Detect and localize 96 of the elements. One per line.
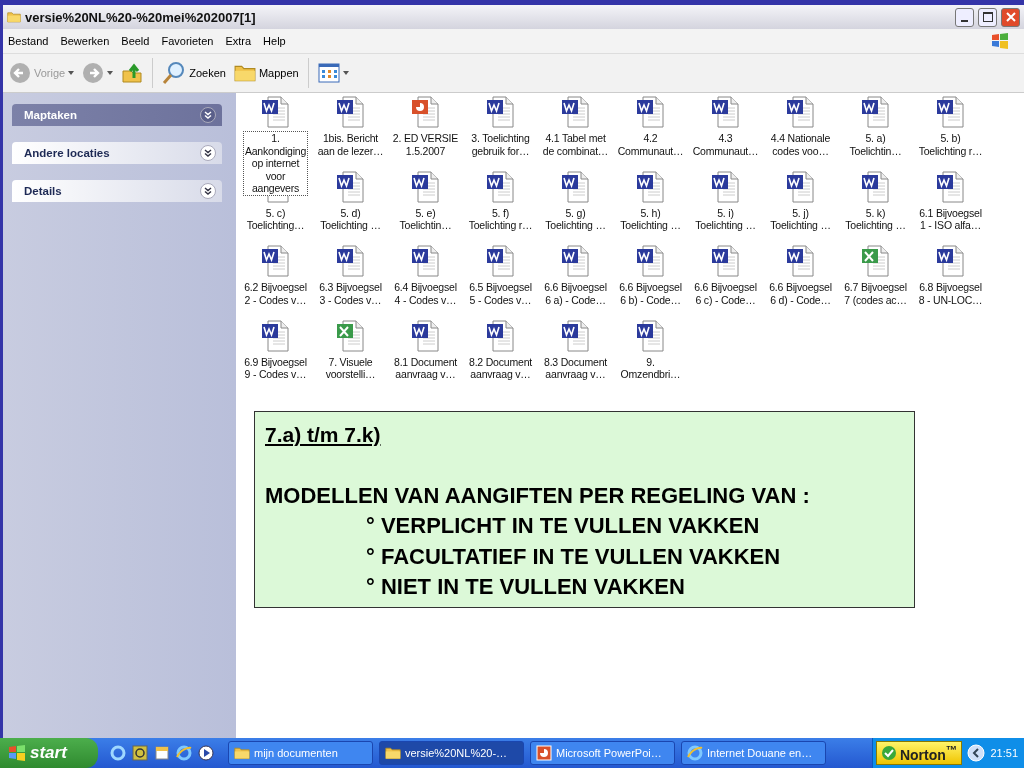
file-name[interactable]: 8.2 Document aanvraag v… xyxy=(467,354,534,382)
folder-icon xyxy=(7,10,21,24)
close-button[interactable] xyxy=(1001,7,1020,27)
file-name[interactable]: 5. d) Toelichting … xyxy=(318,205,383,233)
file-name[interactable]: 5. c) Toelichting… xyxy=(244,205,307,233)
file-name[interactable]: 5. a) Toelichtin… xyxy=(847,131,904,158)
chevron-left-icon[interactable] xyxy=(967,744,986,762)
presentation-icon xyxy=(536,745,552,761)
browser-icon[interactable] xyxy=(176,745,192,761)
folder-up-icon xyxy=(121,62,144,84)
chevron-icon[interactable] xyxy=(200,183,216,199)
note-bullet: ° FACULTATIEF IN TE VULLEN VAKKEN xyxy=(366,542,781,571)
maximize-icon xyxy=(982,12,993,22)
document-icon[interactable] xyxy=(154,745,170,761)
excel-document-icon xyxy=(334,319,367,352)
file-name[interactable]: 6.7 Bijvoegsel 7 (codes ac… xyxy=(842,280,909,307)
check-icon xyxy=(880,745,897,761)
file-name[interactable]: 5. j) Toelichting … xyxy=(768,205,833,233)
play-icon[interactable] xyxy=(198,745,214,761)
file-name[interactable]: 5. f) Toelichting r… xyxy=(466,205,535,233)
minimize-icon xyxy=(961,20,968,22)
browser-icon xyxy=(687,745,703,761)
windows-flag-icon xyxy=(8,745,26,761)
maximize-button[interactable] xyxy=(978,7,997,27)
file-name[interactable]: 1. Aankondiging op internet voor aangevers xyxy=(242,131,309,196)
menu-item[interactable]: Help xyxy=(263,33,292,49)
folder-icon xyxy=(385,745,401,761)
chevron-icon[interactable] xyxy=(200,145,216,161)
caret-icon xyxy=(107,71,114,75)
caret-icon xyxy=(342,71,349,75)
caret-icon xyxy=(68,71,75,75)
file-name[interactable]: 5. i) Toelichting … xyxy=(693,205,758,233)
note-bullet: ° VERPLICHT IN TE VULLEN VAKKEN xyxy=(366,512,760,540)
browser-icon[interactable] xyxy=(110,745,126,761)
file-name[interactable]: 4.1 Tabel met de combinat… xyxy=(540,131,611,158)
file-name[interactable]: 6.5 Bijvoegsel 5 - Codes v… xyxy=(467,280,534,307)
clock: 21:51 xyxy=(990,747,1018,759)
file-name[interactable]: 6.8 Bijvoegsel 8 - UN-LOC… xyxy=(916,280,985,307)
file-name[interactable]: 4.4 Nationale codes voo… xyxy=(768,131,833,158)
taskbar-button[interactable]: mijn documenten xyxy=(228,741,373,765)
note-bullet: ° NIET IN TE VULLEN VAKKEN xyxy=(366,573,685,601)
file-name[interactable]: 4.2 Communaut… xyxy=(615,131,686,158)
file-name[interactable]: 6.1 Bijvoegsel 1 - ISO alfa… xyxy=(917,205,984,233)
file-name[interactable]: 8.3 Document aanvraag v… xyxy=(542,354,609,382)
menu-item[interactable]: Beeld xyxy=(121,33,156,49)
close-icon xyxy=(1005,12,1016,22)
file-name[interactable]: 6.9 Bijvoegsel 9 - Codes v… xyxy=(242,354,309,382)
note-heading: 7.a) t/m 7.k) xyxy=(265,422,381,448)
file-name[interactable]: 6.6 Bijvoegsel 6 a) - Code… xyxy=(542,280,609,307)
folders-button[interactable]: Mappen xyxy=(231,60,301,86)
excel-document-icon xyxy=(859,245,892,277)
taskbar-button[interactable]: Internet Douane en… xyxy=(681,741,826,765)
panel-title: Details xyxy=(24,185,62,197)
menu-item[interactable]: Bestand xyxy=(8,33,55,49)
task-panel-header[interactable]: Andere locaties xyxy=(12,142,222,164)
file-name[interactable]: 6.6 Bijvoegsel 6 d) - Code… xyxy=(767,280,834,307)
file-name[interactable]: 6.2 Bijvoegsel 2 - Codes v… xyxy=(242,280,309,307)
windows-flag-icon xyxy=(991,33,1009,49)
program-icon[interactable] xyxy=(132,745,148,761)
search-button[interactable]: Zoeken xyxy=(160,59,228,87)
chevron-icon[interactable] xyxy=(200,107,216,123)
file-name[interactable]: 2. ED VERSIE 1.5.2007 xyxy=(390,131,461,158)
menu-item[interactable]: Favorieten xyxy=(161,33,220,49)
file-name[interactable]: 9. Omzendbri… xyxy=(618,354,683,382)
file-name[interactable]: 5. e) Toelichtin… xyxy=(397,205,454,233)
minimize-button[interactable] xyxy=(955,7,974,27)
file-name[interactable]: 6.6 Bijvoegsel 6 b) - Code… xyxy=(617,280,684,307)
powerpoint-document-icon xyxy=(409,96,442,128)
views-grid-icon xyxy=(317,63,340,83)
panel-title: Maptaken xyxy=(24,109,78,121)
norton-badge[interactable]: Norton$^{™}$ xyxy=(875,741,963,765)
note-text: MODELLEN VAN AANGIFTEN PER REGELING VAN : xyxy=(265,481,810,510)
file-name[interactable]: 1bis. Bericht aan de lezer… xyxy=(315,131,386,158)
menu-item[interactable]: Bewerken xyxy=(60,33,116,49)
file-name[interactable]: 8.1 Document aanvraag v… xyxy=(392,354,459,382)
file-name[interactable]: 6.6 Bijvoegsel 6 c) - Code… xyxy=(692,280,759,307)
folder-icon xyxy=(234,745,250,761)
file-name[interactable]: 6.4 Bijvoegsel 4 - Codes v… xyxy=(392,280,459,307)
start-button[interactable]: start xyxy=(0,738,98,768)
file-name[interactable]: 5. b) Toelichting r… xyxy=(916,131,985,158)
file-name[interactable]: 6.3 Bijvoegsel 3 - Codes v… xyxy=(317,280,384,307)
file-name[interactable]: 5. k) Toelichting … xyxy=(843,205,908,233)
panel-title: Andere locaties xyxy=(24,147,110,159)
window-title: versie%20NL%20-%20mei%202007[1] xyxy=(25,9,257,25)
menu-item[interactable]: Extra xyxy=(225,33,258,49)
search-icon xyxy=(162,61,187,85)
file-name[interactable]: 5. g) Toelichting … xyxy=(543,205,608,233)
file-name[interactable]: 7. Visuele voorstelli… xyxy=(323,354,378,382)
views-button[interactable] xyxy=(315,61,351,85)
file-name[interactable]: 3. Toelichting gebruik for… xyxy=(469,131,532,158)
task-panel-header[interactable]: Details xyxy=(12,180,222,202)
taskbar-button[interactable]: versie%20NL%20-… xyxy=(379,741,524,765)
file-name[interactable]: 5. h) Toelichting … xyxy=(618,205,683,233)
task-panel-header[interactable]: Maptaken xyxy=(12,104,222,126)
taskbar-button[interactable]: Microsoft PowerPoi… xyxy=(530,741,675,765)
file-name[interactable]: 4.3 Communaut… xyxy=(690,131,761,158)
